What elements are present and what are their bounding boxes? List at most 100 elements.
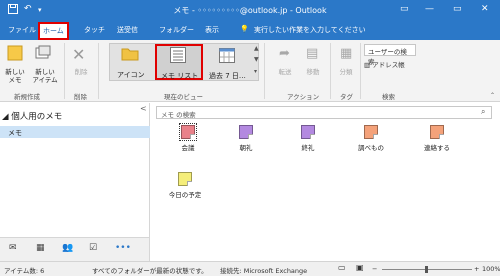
- new-note-label: 新しい メモ: [5, 68, 25, 84]
- collapse-pane-icon[interactable]: <: [140, 104, 147, 113]
- new-item-icon: [35, 45, 51, 63]
- more-modules-icon[interactable]: •••: [115, 243, 131, 253]
- gallery-up-icon[interactable]: ▲: [254, 45, 259, 52]
- ribbon-tabs: ファイル ホーム タッチ 送受信 フォルダー 表示 💡 実行したい作業を入力して…: [0, 22, 500, 40]
- new-item-label: 新しい アイテム: [32, 68, 58, 84]
- forward-label: 転送: [278, 68, 292, 76]
- minimize-button[interactable]: —: [425, 4, 434, 14]
- group-tags-label: タグ: [340, 93, 353, 101]
- move-label: 移動: [306, 68, 320, 76]
- view-icon-option[interactable]: アイコン: [111, 44, 153, 80]
- categorize-button[interactable]: 分類: [334, 68, 358, 76]
- status-bar: アイテム数: 6 すべてのフォルダーが最新の状態です。 接続先: Microso…: [0, 261, 500, 276]
- zoom-out-icon[interactable]: −: [372, 265, 377, 273]
- categorize-icon: ▦: [340, 46, 353, 61]
- search-icon[interactable]: ⌕: [481, 107, 485, 117]
- note-label: 会議: [181, 144, 195, 152]
- close-button[interactable]: ✕: [481, 4, 489, 14]
- zoom-thumb[interactable]: [425, 266, 428, 273]
- forward-icon: ➦: [279, 46, 290, 61]
- search-notes-input[interactable]: メモ の検索: [156, 106, 492, 119]
- note-icon: [301, 125, 315, 139]
- new-note-button[interactable]: 新しい メモ: [2, 68, 28, 84]
- expand-triangle-icon: ◢: [2, 112, 9, 122]
- normal-view-icon[interactable]: ▭: [338, 263, 346, 272]
- note-label: 調べもの: [358, 144, 384, 152]
- note-label: 今日の予定: [168, 191, 202, 199]
- view-last7-label: 過去 7 日…: [209, 72, 246, 80]
- view-last7-option[interactable]: 過去 7 日…: [205, 44, 251, 80]
- categorize-label: 分類: [339, 68, 353, 76]
- forward-button[interactable]: 転送: [274, 68, 296, 76]
- lightbulb-icon: 💡: [240, 25, 249, 33]
- search-notes-placeholder: メモ の検索: [161, 111, 196, 119]
- view-note-list-option[interactable]: メモ リスト: [155, 44, 203, 80]
- search-people-input[interactable]: ユーザーの検索: [364, 44, 416, 66]
- address-book-label: アドレス帳: [372, 61, 405, 69]
- separator: [264, 43, 265, 99]
- note-icon: [179, 123, 197, 141]
- tab-home[interactable]: ホーム: [38, 22, 69, 40]
- folder-notes[interactable]: メモ: [0, 126, 150, 138]
- note-label: 朝礼: [239, 144, 253, 152]
- group-find-label: 検索: [382, 93, 395, 101]
- tell-me-box[interactable]: 実行したい作業を入力してください: [254, 25, 366, 35]
- note-item[interactable]: 連絡する: [412, 125, 462, 152]
- title-bar: ↶ ▾ メモ - ◦◦◦◦◦◦◦◦◦@outlook.jp - Outlook …: [0, 0, 500, 22]
- group-delete-label: 削除: [74, 93, 87, 101]
- gallery-down-icon[interactable]: ▼: [254, 56, 259, 63]
- list-icon: [170, 47, 186, 65]
- calendar-module-icon[interactable]: ▦: [36, 243, 45, 253]
- restore-button[interactable]: ▭: [453, 4, 462, 14]
- separator: [330, 43, 331, 99]
- group-actions-label: アクション: [287, 93, 320, 101]
- people-icon[interactable]: 👥: [62, 243, 73, 253]
- zoom-in-icon[interactable]: +: [474, 265, 479, 273]
- tab-file[interactable]: ファイル: [8, 25, 36, 35]
- note-icon: [364, 125, 378, 139]
- folder-notes-label: メモ: [8, 129, 22, 137]
- new-note-icon: [7, 45, 23, 63]
- note-icon: [239, 125, 253, 139]
- separator: [64, 43, 65, 99]
- note-icon: [178, 172, 192, 186]
- note-item[interactable]: 調べもの: [346, 125, 396, 152]
- reading-view-icon[interactable]: ▣: [356, 263, 364, 272]
- note-item[interactable]: 今日の予定: [160, 172, 210, 199]
- tab-folder[interactable]: フォルダー: [159, 25, 194, 35]
- move-button[interactable]: 移動: [300, 68, 326, 76]
- folder-status: すべてのフォルダーが最新の状態です。: [92, 267, 208, 275]
- delete-icon: ✕: [72, 45, 86, 64]
- move-icon: ▤: [306, 46, 319, 61]
- ribbon-display-icon[interactable]: ▭: [400, 4, 409, 14]
- mail-icon[interactable]: ✉: [9, 243, 17, 253]
- group-new-label: 新規作成: [14, 93, 40, 101]
- delete-button[interactable]: 削除: [70, 68, 92, 76]
- address-book-icon: ▥: [364, 61, 371, 69]
- tab-view[interactable]: 表示: [205, 25, 219, 35]
- collapse-ribbon-icon[interactable]: ⌃: [490, 92, 495, 99]
- my-notes-label: 個人用のメモ: [11, 112, 63, 122]
- note-item[interactable]: 朝礼: [221, 125, 271, 152]
- tasks-icon[interactable]: ☑: [89, 243, 97, 253]
- new-item-button[interactable]: 新しい アイテム: [30, 68, 60, 84]
- tab-touch[interactable]: タッチ: [84, 25, 105, 35]
- zoom-level: 100%: [482, 265, 500, 273]
- note-icon: [430, 125, 444, 139]
- note-item[interactable]: 終礼: [283, 125, 333, 152]
- gallery-more-icon[interactable]: ▾: [254, 68, 257, 75]
- connection-status: 接続先: Microsoft Exchange: [220, 267, 308, 275]
- item-count: アイテム数: 6: [4, 267, 45, 275]
- note-item[interactable]: 会議: [163, 123, 213, 152]
- view-note-list-label: メモ リスト: [161, 72, 199, 80]
- folder-icon: [121, 47, 139, 63]
- note-label: 終礼: [301, 144, 315, 152]
- calendar-icon: [219, 47, 235, 65]
- separator: [98, 43, 99, 99]
- view-icon-label: アイコン: [117, 71, 145, 79]
- note-label: 連絡する: [424, 144, 450, 152]
- tab-send-receive[interactable]: 送受信: [117, 25, 138, 35]
- address-book-button[interactable]: ▥ アドレス帳: [364, 59, 405, 69]
- delete-label: 削除: [74, 68, 88, 76]
- my-notes-header[interactable]: ◢ 個人用のメモ: [2, 110, 62, 122]
